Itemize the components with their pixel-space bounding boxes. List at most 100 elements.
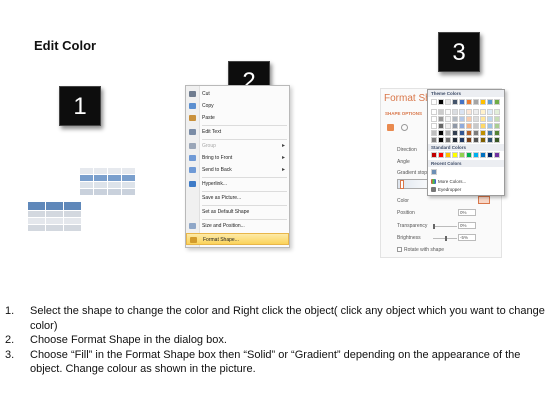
theme-color-swatch[interactable] [431,123,437,129]
standard-color-swatch[interactable] [466,152,472,158]
theme-color-swatch[interactable] [438,137,444,143]
theme-color-swatch[interactable] [445,123,451,129]
theme-color-swatch[interactable] [494,123,500,129]
menu-item-copy[interactable]: Copy [186,100,289,112]
slider-thumb[interactable] [433,224,435,229]
standard-color-swatch[interactable] [452,152,458,158]
fill-line-icon[interactable] [387,124,394,131]
menu-item-bring-to-front[interactable]: Bring to Front ▸ [186,152,289,164]
theme-color-swatch[interactable] [459,123,465,129]
theme-color-swatch[interactable] [431,116,437,122]
transparency-slider[interactable] [433,224,457,229]
theme-color-swatch[interactable] [494,116,500,122]
theme-color-swatch[interactable] [473,137,479,143]
theme-color-swatch[interactable] [445,99,451,105]
menu-item-set-default-shape[interactable]: Set as Default Shape [186,206,289,218]
effects-icon[interactable] [401,124,408,131]
theme-color-swatch[interactable] [487,137,493,143]
theme-color-swatch[interactable] [459,116,465,122]
rotate-checkbox[interactable] [397,247,402,252]
theme-color-swatch[interactable] [466,116,472,122]
theme-color-swatch[interactable] [494,109,500,115]
eyedropper-link[interactable]: Eyedropper [438,187,461,192]
menu-item-edit-text[interactable]: Edit Text [186,126,289,138]
theme-color-swatch[interactable] [431,130,437,136]
menu-item-cut[interactable]: Cut [186,88,289,100]
theme-color-swatch[interactable] [431,109,437,115]
theme-color-swatch[interactable] [480,99,486,105]
transparency-field[interactable]: 0% [458,222,476,229]
table-large[interactable] [28,202,81,232]
menu-item-hyperlink[interactable]: Hyperlink... [186,178,289,190]
slider-thumb[interactable] [445,236,447,241]
theme-color-swatch[interactable] [438,123,444,129]
theme-color-swatch[interactable] [452,137,458,143]
theme-color-swatch[interactable] [473,99,479,105]
theme-color-swatch[interactable] [466,123,472,129]
theme-color-swatch[interactable] [480,137,486,143]
standard-color-swatch[interactable] [473,152,479,158]
theme-color-swatch[interactable] [452,99,458,105]
theme-color-swatch[interactable] [438,130,444,136]
theme-color-swatch[interactable] [473,130,479,136]
brightness-field[interactable]: -5% [458,234,476,241]
theme-color-swatch[interactable] [452,123,458,129]
theme-color-swatch[interactable] [494,130,500,136]
theme-color-swatch[interactable] [459,130,465,136]
theme-color-swatch[interactable] [480,109,486,115]
menu-item-send-to-back[interactable]: Send to Back ▸ [186,164,289,176]
theme-color-swatch[interactable] [431,137,437,143]
theme-color-swatch[interactable] [487,99,493,105]
theme-color-swatch[interactable] [487,116,493,122]
theme-color-swatch[interactable] [466,130,472,136]
theme-color-swatch[interactable] [473,116,479,122]
theme-color-swatch[interactable] [494,99,500,105]
menu-item-save-as-picture[interactable]: Save as Picture... [186,192,289,204]
standard-color-swatch[interactable] [438,152,444,158]
theme-color-swatch[interactable] [487,109,493,115]
theme-color-swatch[interactable] [452,130,458,136]
standard-color-swatch[interactable] [494,152,500,158]
standard-color-swatch[interactable] [445,152,451,158]
theme-color-swatch[interactable] [452,116,458,122]
theme-color-swatch[interactable] [459,99,465,105]
theme-color-swatch[interactable] [473,109,479,115]
menu-item-group[interactable]: Group ▸ [186,140,289,152]
theme-color-swatch[interactable] [431,99,437,105]
table-small[interactable] [80,168,135,196]
theme-color-swatch[interactable] [473,123,479,129]
menu-item-format-shape[interactable]: Format Shape... [186,233,289,245]
theme-color-swatch[interactable] [438,109,444,115]
standard-color-swatch[interactable] [459,152,465,158]
theme-color-swatch[interactable] [480,123,486,129]
standard-color-swatch[interactable] [480,152,486,158]
theme-color-swatch[interactable] [487,123,493,129]
theme-color-swatch[interactable] [459,137,465,143]
theme-color-swatch[interactable] [487,130,493,136]
theme-color-swatch[interactable] [438,99,444,105]
gradient-stop-handle[interactable] [400,180,404,189]
theme-color-swatch[interactable] [445,137,451,143]
theme-color-swatch[interactable] [494,137,500,143]
position-field[interactable]: 0% [458,209,476,216]
standard-color-swatch[interactable] [487,152,493,158]
more-colors-link[interactable]: More Colors... [438,179,466,184]
menu-item-paste[interactable]: Paste [186,112,289,124]
theme-color-swatch[interactable] [445,109,451,115]
theme-color-swatch[interactable] [459,109,465,115]
theme-color-swatch[interactable] [438,116,444,122]
theme-color-swatch[interactable] [480,116,486,122]
menu-item-size-position[interactable]: Size and Position... [186,220,289,232]
recent-color-swatch[interactable] [431,169,437,175]
theme-color-swatch[interactable] [466,109,472,115]
color-picker-button[interactable] [478,196,490,204]
shape-options-tab[interactable]: SHAPE OPTIONS [385,111,422,116]
theme-color-swatch[interactable] [480,130,486,136]
theme-color-swatch[interactable] [445,130,451,136]
theme-color-swatch[interactable] [466,137,472,143]
theme-color-swatch[interactable] [466,99,472,105]
standard-color-swatch[interactable] [431,152,437,158]
theme-color-swatch[interactable] [445,116,451,122]
theme-color-swatch[interactable] [452,109,458,115]
brightness-slider[interactable] [433,236,457,241]
